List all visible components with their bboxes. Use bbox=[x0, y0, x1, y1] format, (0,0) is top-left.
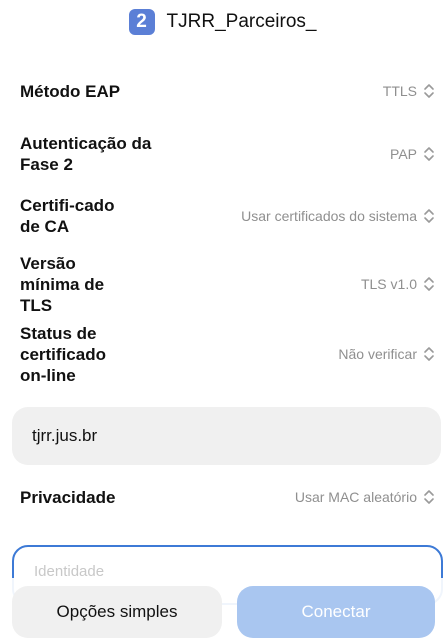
privacy-row[interactable]: Privacidade Usar MAC aleatório bbox=[20, 482, 435, 512]
chevron-updown-icon bbox=[424, 490, 434, 504]
connect-button[interactable]: Conectar bbox=[237, 586, 435, 638]
ca-certificate-row[interactable]: Certifi-cado de CA Usar certificados do … bbox=[20, 194, 435, 238]
eap-method-value: TTLS bbox=[382, 83, 417, 99]
phase2-auth-select[interactable]: PAP bbox=[390, 146, 435, 162]
eap-method-select[interactable]: TTLS bbox=[383, 83, 435, 99]
sim-badge: 2 bbox=[128, 9, 155, 35]
chevron-updown-icon bbox=[424, 147, 434, 161]
phase2-auth-label: Autenticação da Fase 2 bbox=[20, 134, 152, 174]
privacy-value: Usar MAC aleatório bbox=[294, 489, 417, 505]
chevron-updown-icon bbox=[424, 277, 434, 291]
eap-method-row[interactable]: Método EAP TTLS bbox=[20, 76, 435, 106]
ocsp-status-select[interactable]: Não verificar bbox=[338, 346, 435, 362]
ca-certificate-select[interactable]: Usar certificados do sistema bbox=[241, 208, 435, 224]
chevron-updown-icon bbox=[424, 84, 434, 98]
network-name: TJRR_Parceiros_ bbox=[166, 11, 317, 32]
min-tls-row[interactable]: Versão mínima de TLS TLS v1.0 bbox=[20, 252, 435, 316]
privacy-select[interactable]: Usar MAC aleatório bbox=[295, 489, 435, 505]
ocsp-status-row[interactable]: Status de certificado on-line Não verifi… bbox=[20, 322, 435, 386]
eap-method-label: Método EAP bbox=[20, 81, 121, 101]
min-tls-select[interactable]: TLS v1.0 bbox=[361, 276, 435, 292]
chevron-updown-icon bbox=[424, 209, 434, 223]
ca-certificate-value: Usar certificados do sistema bbox=[241, 208, 417, 224]
privacy-label: Privacidade bbox=[20, 487, 116, 507]
min-tls-label: Versão mínima de TLS bbox=[20, 253, 105, 315]
min-tls-value: TLS v1.0 bbox=[360, 276, 417, 292]
ocsp-status-label: Status de certificado on-line bbox=[20, 323, 106, 385]
domain-value: tjrr.jus.br bbox=[32, 426, 98, 445]
domain-field[interactable]: tjrr.jus.br bbox=[12, 407, 441, 465]
chevron-updown-icon bbox=[424, 347, 434, 361]
header: 2 TJRR_Parceiros_ bbox=[0, 0, 445, 44]
ocsp-status-value: Não verificar bbox=[338, 346, 417, 362]
phase2-auth-value: PAP bbox=[390, 146, 417, 162]
phase2-auth-row[interactable]: Autenticação da Fase 2 PAP bbox=[20, 132, 435, 176]
simple-options-button[interactable]: Opções simples bbox=[12, 586, 222, 638]
ca-certificate-label: Certifi-cado de CA bbox=[20, 196, 115, 236]
